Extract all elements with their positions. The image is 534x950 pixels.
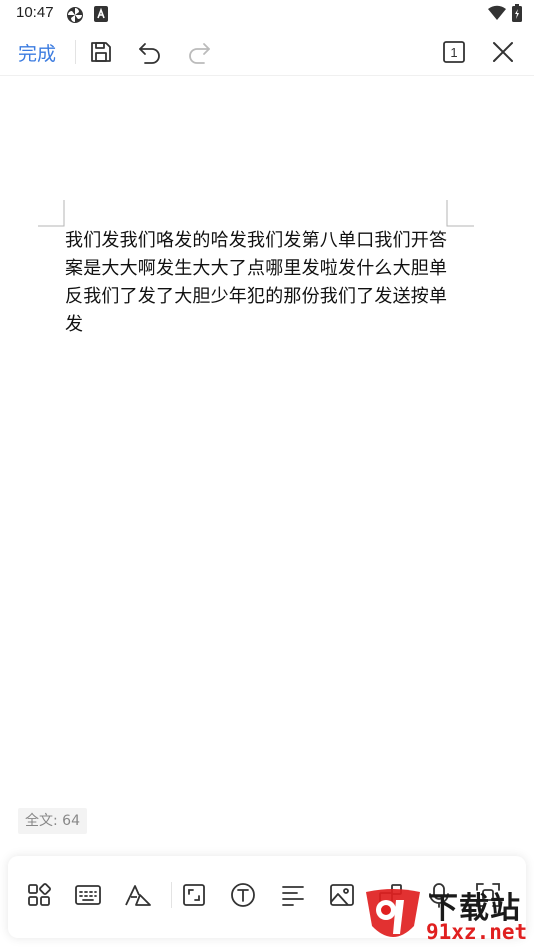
word-count-badge: 全文: 64 — [18, 808, 87, 834]
close-icon[interactable] — [489, 38, 517, 66]
watermark: 下载站 91xz.net — [360, 880, 532, 948]
save-icon[interactable] — [87, 38, 115, 66]
toolbar-divider — [75, 40, 76, 64]
page-count-icon[interactable]: 1 — [440, 38, 468, 66]
apps-grid-icon[interactable] — [24, 880, 54, 910]
redo-icon[interactable] — [185, 38, 213, 66]
top-toolbar: 完成 1 — [0, 28, 534, 76]
document-body-text[interactable]: 我们发我们咯发的哈发我们发第八单口我们开答案是大大啊发生大大了点哪里发啦发什么大… — [65, 227, 455, 339]
a-badge-icon — [94, 6, 108, 26]
page-corner-top-left — [38, 200, 65, 227]
text-box-icon[interactable] — [228, 880, 258, 910]
keyboard-icon[interactable] — [73, 880, 103, 910]
done-button[interactable]: 完成 — [18, 39, 56, 66]
image-icon[interactable] — [327, 880, 357, 910]
wifi-icon — [488, 5, 506, 25]
battery-icon — [512, 4, 522, 26]
status-bar: 10:47 — [0, 0, 534, 28]
undo-icon[interactable] — [136, 38, 164, 66]
page-corner-top-right — [446, 200, 474, 227]
watermark-logo-icon — [366, 889, 420, 937]
status-time: 10:47 — [16, 4, 54, 21]
expand-icon[interactable] — [179, 880, 209, 910]
text-style-icon[interactable] — [123, 880, 153, 910]
bottom-toolbar-divider — [171, 882, 172, 908]
align-left-icon[interactable] — [278, 880, 308, 910]
page-count-number: 1 — [450, 45, 457, 60]
watermark-url: 91xz.net — [426, 920, 528, 944]
pinwheel-icon — [66, 6, 84, 28]
